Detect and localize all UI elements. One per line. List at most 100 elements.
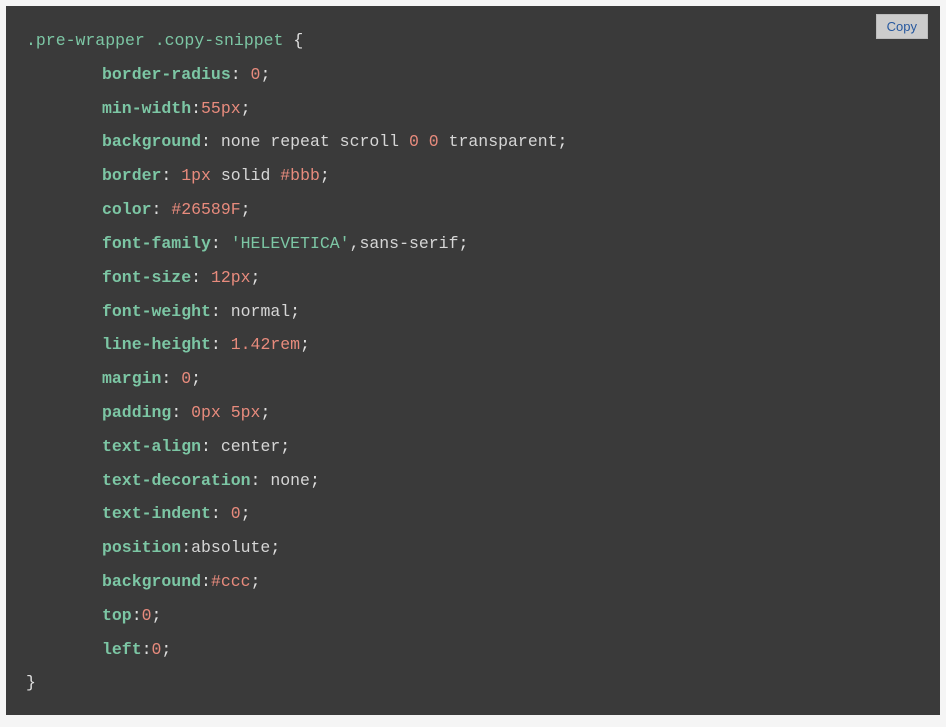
css-property: left <box>102 640 142 659</box>
semicolon: ; <box>191 369 201 388</box>
css-value: 1.42rem <box>231 335 300 354</box>
close-brace: } <box>26 673 36 692</box>
css-property: border <box>102 166 161 185</box>
css-value: 55px <box>201 99 241 118</box>
css-property: color <box>102 200 152 219</box>
css-value: 12px <box>211 268 251 287</box>
css-value: normal <box>231 302 290 321</box>
css-property: background <box>102 572 201 591</box>
css-declaration: border-radius: 0; <box>26 58 920 92</box>
css-declaration: position:absolute; <box>26 531 920 565</box>
semicolon: ; <box>320 166 330 185</box>
colon: : <box>251 471 271 490</box>
semicolon: ; <box>260 65 270 84</box>
css-value: 0px 5px <box>191 403 260 422</box>
colon: : <box>171 403 191 422</box>
css-declaration: text-indent: 0; <box>26 497 920 531</box>
css-value: 'HELEVETICA' <box>231 234 350 253</box>
colon: : <box>181 538 191 557</box>
css-declaration: left:0; <box>26 633 920 667</box>
css-value: solid <box>211 166 280 185</box>
semicolon: ; <box>241 99 251 118</box>
open-brace: { <box>283 31 303 50</box>
semicolon: ; <box>270 538 280 557</box>
css-property: background <box>102 132 201 151</box>
css-declaration: font-weight: normal; <box>26 295 920 329</box>
css-declaration: border: 1px solid #bbb; <box>26 159 920 193</box>
colon: : <box>142 640 152 659</box>
colon: : <box>201 132 221 151</box>
colon: : <box>152 200 172 219</box>
css-selector-line: .pre-wrapper .copy-snippet { <box>26 24 920 58</box>
css-property: border-radius <box>102 65 231 84</box>
semicolon: ; <box>241 504 251 523</box>
css-property: text-decoration <box>102 471 251 490</box>
semicolon: ; <box>241 200 251 219</box>
semicolon: ; <box>251 268 261 287</box>
css-property: text-indent <box>102 504 211 523</box>
css-value: none repeat scroll <box>221 132 409 151</box>
css-property: padding <box>102 403 171 422</box>
css-declaration: text-align: center; <box>26 430 920 464</box>
semicolon: ; <box>310 471 320 490</box>
css-selector: .pre-wrapper .copy-snippet <box>26 31 283 50</box>
css-value: transparent <box>439 132 558 151</box>
colon: : <box>211 302 231 321</box>
semicolon: ; <box>458 234 468 253</box>
css-value: #26589F <box>171 200 240 219</box>
css-declaration: font-family: 'HELEVETICA',sans-serif; <box>26 227 920 261</box>
colon: : <box>201 572 211 591</box>
css-value: #ccc <box>211 572 251 591</box>
css-property: font-family <box>102 234 211 253</box>
css-value: 0 <box>181 369 191 388</box>
css-value: 0 <box>142 606 152 625</box>
css-close-line: } <box>26 666 920 700</box>
css-value: none <box>270 471 310 490</box>
code-snippet-container: Copy .pre-wrapper .copy-snippet {border-… <box>6 6 940 715</box>
semicolon: ; <box>290 302 300 321</box>
css-value: #bbb <box>280 166 320 185</box>
css-declaration: background:#ccc; <box>26 565 920 599</box>
css-value: 0 <box>251 65 261 84</box>
css-property: min-width <box>102 99 191 118</box>
semicolon: ; <box>251 572 261 591</box>
css-declaration: color: #26589F; <box>26 193 920 227</box>
css-property: line-height <box>102 335 211 354</box>
css-value: ,sans-serif <box>350 234 459 253</box>
css-declaration: min-width:55px; <box>26 92 920 126</box>
colon: : <box>161 369 181 388</box>
colon: : <box>211 234 231 253</box>
colon: : <box>132 606 142 625</box>
semicolon: ; <box>260 403 270 422</box>
colon: : <box>211 504 231 523</box>
css-code-block: .pre-wrapper .copy-snippet {border-radiu… <box>26 24 920 700</box>
css-property: margin <box>102 369 161 388</box>
colon: : <box>191 268 211 287</box>
css-declaration: line-height: 1.42rem; <box>26 328 920 362</box>
colon: : <box>211 335 231 354</box>
css-property: top <box>102 606 132 625</box>
css-property: text-align <box>102 437 201 456</box>
semicolon: ; <box>152 606 162 625</box>
semicolon: ; <box>558 132 568 151</box>
colon: : <box>161 166 181 185</box>
colon: : <box>231 65 251 84</box>
semicolon: ; <box>300 335 310 354</box>
css-declaration: top:0; <box>26 599 920 633</box>
css-property: font-size <box>102 268 191 287</box>
css-property: position <box>102 538 181 557</box>
css-value: 0 <box>152 640 162 659</box>
css-value: 0 <box>231 504 241 523</box>
css-value: center <box>221 437 280 456</box>
css-declaration: font-size: 12px; <box>26 261 920 295</box>
semicolon: ; <box>161 640 171 659</box>
colon: : <box>201 437 221 456</box>
copy-button[interactable]: Copy <box>876 14 928 39</box>
css-declaration: background: none repeat scroll 0 0 trans… <box>26 125 920 159</box>
colon: : <box>191 99 201 118</box>
css-value: absolute <box>191 538 270 557</box>
css-declaration: text-decoration: none; <box>26 464 920 498</box>
css-declaration: padding: 0px 5px; <box>26 396 920 430</box>
css-value: 1px <box>181 166 211 185</box>
css-declaration: margin: 0; <box>26 362 920 396</box>
